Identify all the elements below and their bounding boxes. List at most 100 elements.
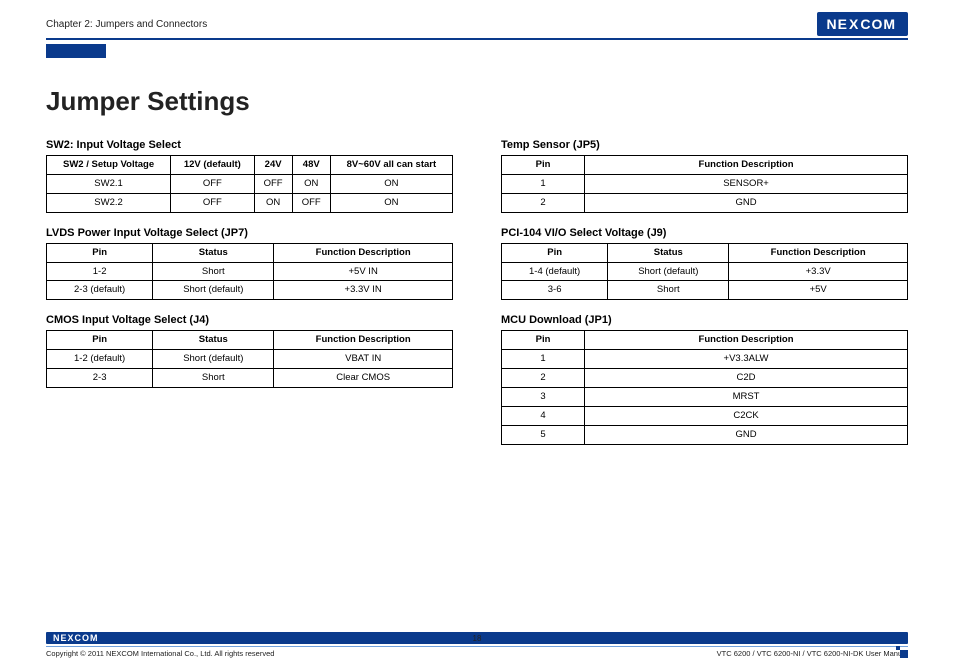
td: Short (153, 262, 274, 281)
th: 48V (292, 156, 330, 175)
content-columns: SW2: Input Voltage Select SW2 / Setup Vo… (46, 131, 908, 459)
td: Short (default) (608, 262, 729, 281)
table-row: 2 C2D (502, 369, 908, 388)
td: +3.3V (729, 262, 908, 281)
table-row: 4 C2CK (502, 406, 908, 425)
logo-prefix: NE (53, 633, 68, 643)
td: 5 (502, 425, 585, 444)
td: Short (default) (153, 281, 274, 300)
td: 2-3 (default) (47, 281, 153, 300)
table-row: 1-4 (default) Short (default) +3.3V (502, 262, 908, 281)
td: OFF (292, 193, 330, 212)
th: Function Description (585, 156, 908, 175)
td: +5V IN (274, 262, 453, 281)
th: 8V~60V all can start (330, 156, 452, 175)
td: +3.3V IN (274, 281, 453, 300)
th: Pin (502, 331, 585, 350)
table-row: SW2.2 OFF ON OFF ON (47, 193, 453, 212)
logo-suffix: COM (75, 633, 99, 643)
td: Short (default) (153, 350, 274, 369)
td: 2 (502, 193, 585, 212)
th: Status (608, 243, 729, 262)
td: SENSOR+ (585, 174, 908, 193)
sw2-title: SW2: Input Voltage Select (46, 139, 453, 151)
logo-suffix: COM (860, 16, 896, 32)
td: 4 (502, 406, 585, 425)
th: Function Description (585, 331, 908, 350)
th: Function Description (274, 243, 453, 262)
td: ON (254, 193, 292, 212)
logo-x-icon: X (849, 16, 859, 32)
td: 1-4 (default) (502, 262, 608, 281)
copyright-text: Copyright © 2011 NEXCOM International Co… (46, 649, 274, 658)
td: ON (292, 174, 330, 193)
td: 1-2 (default) (47, 350, 153, 369)
td: 1 (502, 174, 585, 193)
table-row: 3 MRST (502, 387, 908, 406)
th: Pin (47, 243, 153, 262)
td: Short (153, 369, 274, 388)
th: 24V (254, 156, 292, 175)
td: Short (608, 281, 729, 300)
jp5-title: Temp Sensor (JP5) (501, 139, 908, 151)
th: Status (153, 243, 274, 262)
left-column: SW2: Input Voltage Select SW2 / Setup Vo… (46, 131, 453, 459)
logo-prefix: NE (827, 16, 848, 32)
td: 2-3 (47, 369, 153, 388)
jp5-table: Pin Function Description 1 SENSOR+ 2 GND (501, 155, 908, 213)
td: ON (330, 193, 452, 212)
table-row: 5 GND (502, 425, 908, 444)
td: Clear CMOS (274, 369, 453, 388)
td: OFF (171, 193, 254, 212)
td: SW2.2 (47, 193, 171, 212)
td: 2 (502, 369, 585, 388)
corner-mark-icon (896, 646, 908, 658)
jp7-title: LVDS Power Input Voltage Select (JP7) (46, 227, 453, 239)
td: OFF (254, 174, 292, 193)
td: MRST (585, 387, 908, 406)
th: 12V (default) (171, 156, 254, 175)
td: OFF (171, 174, 254, 193)
table-row: 2 GND (502, 193, 908, 212)
logo-x-icon: X (68, 633, 75, 643)
th: Function Description (729, 243, 908, 262)
chapter-label: Chapter 2: Jumpers and Connectors (46, 19, 207, 30)
td: 1 (502, 350, 585, 369)
jp1-table: Pin Function Description 1 +V3.3ALW 2 C2… (501, 330, 908, 444)
table-row: 2-3 Short Clear CMOS (47, 369, 453, 388)
td: SW2.1 (47, 174, 171, 193)
th: Status (153, 331, 274, 350)
td: 3 (502, 387, 585, 406)
td: 1-2 (47, 262, 153, 281)
td: C2CK (585, 406, 908, 425)
th: Pin (502, 243, 608, 262)
td: 3-6 (502, 281, 608, 300)
manual-name: VTC 6200 / VTC 6200-NI / VTC 6200-NI-DK … (717, 649, 908, 658)
table-row: 1-2 (default) Short (default) VBAT IN (47, 350, 453, 369)
j4-title: CMOS Input Voltage Select (J4) (46, 314, 453, 326)
jp1-title: MCU Download (JP1) (501, 314, 908, 326)
page-number: 18 (473, 634, 482, 643)
td: ON (330, 174, 452, 193)
td: +5V (729, 281, 908, 300)
j4-table: Pin Status Function Description 1-2 (def… (46, 330, 453, 388)
nexcom-logo: NEXCOM (817, 12, 908, 36)
table-row: SW2.1 OFF OFF ON ON (47, 174, 453, 193)
td: GND (585, 193, 908, 212)
blue-tab-decor (46, 44, 106, 58)
th: SW2 / Setup Voltage (47, 156, 171, 175)
td: C2D (585, 369, 908, 388)
table-row: 3-6 Short +5V (502, 281, 908, 300)
right-column: Temp Sensor (JP5) Pin Function Descripti… (501, 131, 908, 459)
table-row: 1 SENSOR+ (502, 174, 908, 193)
page-title: Jumper Settings (46, 86, 908, 117)
footer-line: Copyright © 2011 NEXCOM International Co… (46, 646, 908, 658)
th: Pin (502, 156, 585, 175)
sw2-table: SW2 / Setup Voltage 12V (default) 24V 48… (46, 155, 453, 213)
table-row: 1 +V3.3ALW (502, 350, 908, 369)
td: +V3.3ALW (585, 350, 908, 369)
th: Pin (47, 331, 153, 350)
j9-table: Pin Status Function Description 1-4 (def… (501, 243, 908, 301)
table-row: 1-2 Short +5V IN (47, 262, 453, 281)
j9-title: PCI-104 VI/O Select Voltage (J9) (501, 227, 908, 239)
